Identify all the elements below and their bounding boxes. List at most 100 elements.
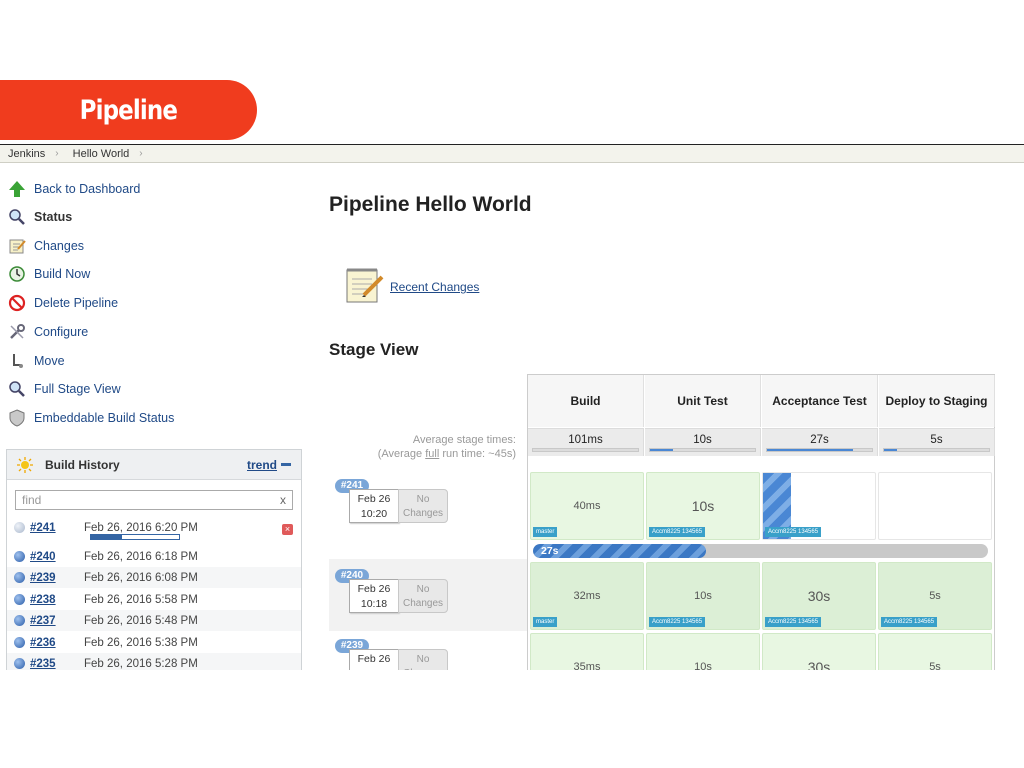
stage-avg-track [532,448,639,452]
build-number-link[interactable]: #240 [30,551,84,563]
stage-view-title: Stage View [329,340,419,359]
run-date-box: Feb 26 [349,649,399,670]
stage-avg-deploy-to-staging: 5s [879,428,995,456]
build-date-link[interactable]: Feb 26, 2016 6:18 PM [84,551,198,563]
run-date: Feb 26 [357,493,391,505]
stage-avg-time: 5s [930,434,943,446]
task-build-now[interactable]: Build Now [8,264,90,284]
build-date-link[interactable]: Feb 26, 2016 5:28 PM [84,658,198,670]
build-row: #236 Feb 26, 2016 5:38 PM [7,632,301,653]
branch-tag: Accm8225 134565 [881,617,938,627]
trend-link[interactable]: trend [247,458,291,472]
run-progress-bar: 27s [533,544,988,558]
build-date-link[interactable]: Feb 26, 2016 6:20 PM [84,522,198,534]
task-label: Changes [34,239,85,253]
avg-suffix: run time: ~45s) [439,448,516,460]
build-number-link[interactable]: #238 [30,594,84,606]
build-row: #238 Feb 26, 2016 5:58 PM [7,589,301,610]
stage-cell[interactable]: 10s Accm8225 134565 [646,562,760,630]
build-number-link[interactable]: #237 [30,615,84,627]
task-full-stage-view[interactable]: Full Stage View [8,379,121,399]
stage-cell[interactable]: 30s Accm8225 134565 [762,562,876,630]
build-number-link[interactable]: #239 [30,572,84,584]
clear-icon[interactable]: x [280,493,286,507]
task-changes[interactable]: Changes [8,236,84,256]
task-delete-pipeline[interactable]: Delete Pipeline [8,293,118,313]
run-changes[interactable]: No Changes [398,489,448,523]
stage-cell[interactable]: 5s [878,633,992,670]
run-time: 10:20 [360,508,388,520]
task-label: Status [34,210,73,224]
build-row: #240 Feb 26, 2016 6:18 PM [7,546,301,567]
move-icon [13,354,23,368]
build-date-link[interactable]: Feb 26, 2016 5:58 PM [84,594,198,606]
clock-icon [9,266,25,282]
stage-avg-unit-test: 10s [645,428,761,456]
stage-cell[interactable]: 32ms master [530,562,644,630]
task-move[interactable]: Move [8,351,65,371]
run-date: Feb 26 [357,583,391,595]
stage-duration: 10s [694,590,712,602]
magnifier-icon [9,381,25,397]
stage-cell[interactable]: 5s Accm8225 134565 [878,562,992,630]
stage-avg-track [766,448,873,452]
wrench-icon [10,324,25,339]
build-date-link[interactable]: Feb 26, 2016 6:08 PM [84,572,198,584]
slide-title-banner: Pipeline [0,80,257,140]
stage-duration: 40ms [573,500,601,512]
build-date-link[interactable]: Feb 26, 2016 5:48 PM [84,615,198,627]
stage-cell-running[interactable]: Accm8225 134565 [762,472,876,540]
stage-duration: 10s [694,661,712,670]
stage-avg-track [883,448,990,452]
task-configure[interactable]: Configure [8,322,88,342]
stage-avg-fill [650,449,674,451]
stage-avg-fill [767,449,854,451]
stage-header-unit-test: Unit Test [645,375,761,427]
build-number-link[interactable]: #241 [30,522,84,534]
branch-tag: Accm8225 134565 [765,527,822,537]
stage-cell[interactable]: 40ms master [530,472,644,540]
build-date-link[interactable]: Feb 26, 2016 5:38 PM [84,637,198,649]
task-status[interactable]: Status [8,207,72,227]
stage-cell[interactable]: 30s [762,633,876,670]
build-progress-fill [91,535,122,539]
jenkins-screenshot: Jenkins › Hello World › Back to Dashboar… [0,144,1024,670]
branch-tag: Accm8225 134565 [765,617,822,627]
full-run-link[interactable]: full [425,448,439,460]
task-label: Configure [34,325,89,339]
branch-tag: master [533,617,558,627]
recent-changes-link[interactable]: Recent Changes [390,280,479,294]
run-date: Feb 26 [357,653,391,665]
stage-cell[interactable]: 35ms [530,633,644,670]
run-time: 10:18 [360,598,388,610]
task-embeddable-build-status[interactable]: Embeddable Build Status [8,408,174,428]
page-title: Pipeline Hello World [329,193,532,216]
stage-duration: 5s [929,590,941,602]
stage-avg-time: 27s [810,434,829,446]
stage-avg-acceptance-test: 27s [762,428,878,456]
build-status-pending-icon [14,522,25,533]
breadcrumb: Jenkins › Hello World › [0,145,1024,163]
run-changes[interactable]: No Changes [398,649,448,670]
build-history-title: Build History [45,457,120,472]
stage-cell-empty [878,472,992,540]
find-input[interactable]: find x [15,490,293,510]
build-status-success-icon [14,551,25,562]
task-back-to-dashboard[interactable]: Back to Dashboard [8,179,140,199]
chevron-right-icon[interactable]: › [139,148,142,159]
stage-header-acceptance-test: Acceptance Test [762,375,878,427]
build-status-success-icon [14,658,25,669]
run-changes[interactable]: No Changes [398,579,448,613]
breadcrumb-jenkins[interactable]: Jenkins [8,148,45,160]
avg-line-1: Average stage times: [412,434,516,446]
cancel-build-icon[interactable]: × [282,524,293,535]
stage-cell[interactable]: 10s [646,633,760,670]
no-entry-icon [8,294,26,312]
build-number-link[interactable]: #236 [30,637,84,649]
chevron-right-icon[interactable]: › [55,148,58,159]
stage-header-deploy-to-staging: Deploy to Staging [879,375,995,427]
trend-label: trend [247,457,277,472]
stage-cell[interactable]: 10s Accm8225 134565 [646,472,760,540]
build-number-link[interactable]: #235 [30,658,84,670]
breadcrumb-hello-world[interactable]: Hello World [73,148,130,160]
